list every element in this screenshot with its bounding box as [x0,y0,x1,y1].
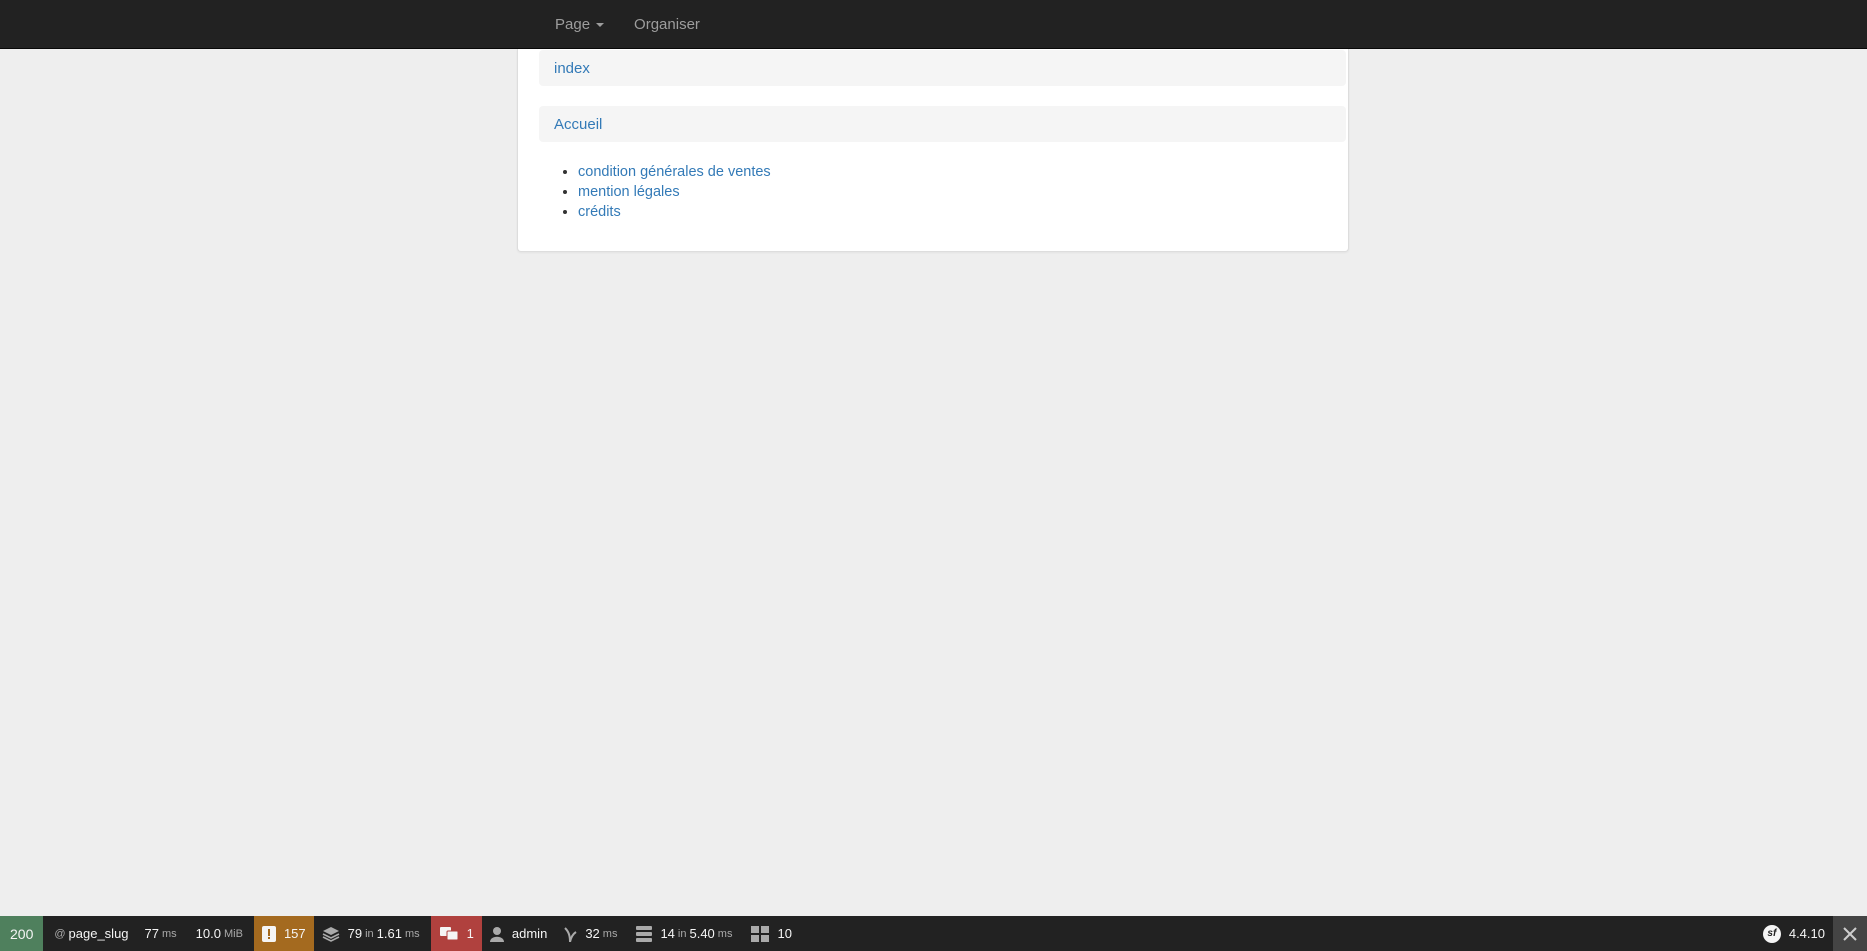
memory-unit: MiB [223,927,243,940]
symfony-version: 4.4.10 [1788,926,1825,941]
symfony-logo-icon: sf [1762,924,1781,943]
forms-count: 10 [777,926,792,941]
toolbar-close-button[interactable] [1833,916,1867,951]
list-item: mention légales [578,182,771,202]
database-block[interactable]: 14 in 5.40 ms [628,916,743,951]
memory-block[interactable]: 10.0 MiB [188,916,254,951]
db-value: 14 [660,926,675,941]
mentions-link[interactable]: mention légales [578,184,680,200]
translation-block[interactable]: 1 [430,916,482,951]
cache-time: 1.61 [376,926,402,941]
memory-value: 10.0 [195,926,221,941]
forms-block[interactable]: 10 [743,916,799,951]
symfony-version-block[interactable]: sf 4.4.10 [1755,916,1833,951]
cache-value: 79 [347,926,363,941]
nav-organiser-label: Organiser [634,16,700,33]
top-navbar: Page Organiser [0,0,1867,49]
route-name: page_slug [68,926,129,941]
logs-count: 157 [283,926,306,941]
user-block[interactable]: admin [482,916,555,951]
cache-unit: ms [404,927,420,940]
index-link[interactable]: index [554,60,590,77]
cache-block[interactable]: 79 in 1.61 ms [314,916,431,951]
route-prefix: @ [54,927,66,940]
twig-unit: ms [602,927,618,940]
content-panel: index Accueil condition générales de ven… [517,49,1349,252]
db-time: 5.40 [689,926,715,941]
time-unit: ms [162,927,177,940]
forms-grid-icon [751,925,770,942]
nav-page-label: Page [555,16,591,33]
twig-value: 32 [585,926,600,941]
nav-organiser[interactable]: Organiser [619,0,715,49]
twig-icon [564,926,577,942]
close-icon [1843,926,1857,941]
twig-block[interactable]: 32 ms [555,916,628,951]
time-block[interactable]: 77 ms [137,916,188,951]
list-item: crédits [578,202,771,222]
user-icon [489,926,504,942]
breadcrumb-home: Accueil [539,106,1346,142]
time-value: 77 [144,926,159,941]
breadcrumb-index: index [539,50,1346,86]
symfony-debug-toolbar: 200 @ page_slug 77 ms 10.0 MiB 157 79 in… [0,916,1867,951]
user-name: admin [511,926,548,941]
database-icon [636,925,653,942]
nav-page-dropdown[interactable]: Page [540,0,619,49]
cache-in: in [365,927,374,940]
status-code: 200 [10,925,34,942]
logs-block[interactable]: 157 [253,916,314,951]
route-block[interactable]: @ page_slug [43,916,136,951]
db-unit: ms [717,927,733,940]
translation-icon [439,926,459,940]
caret-down-icon [596,22,605,27]
cache-layers-icon [322,926,339,942]
logs-icon [261,925,276,942]
page-links-list: condition générales de ventes mention lé… [578,162,771,222]
cgv-link[interactable]: condition générales de ventes [578,164,771,180]
status-code-badge[interactable]: 200 [0,916,44,951]
accueil-link[interactable]: Accueil [554,116,602,133]
db-in: in [677,927,687,940]
translation-count: 1 [466,926,474,941]
credits-link[interactable]: crédits [578,204,621,220]
navbar-menu: Page Organiser [540,0,715,49]
list-item: condition générales de ventes [578,162,771,182]
